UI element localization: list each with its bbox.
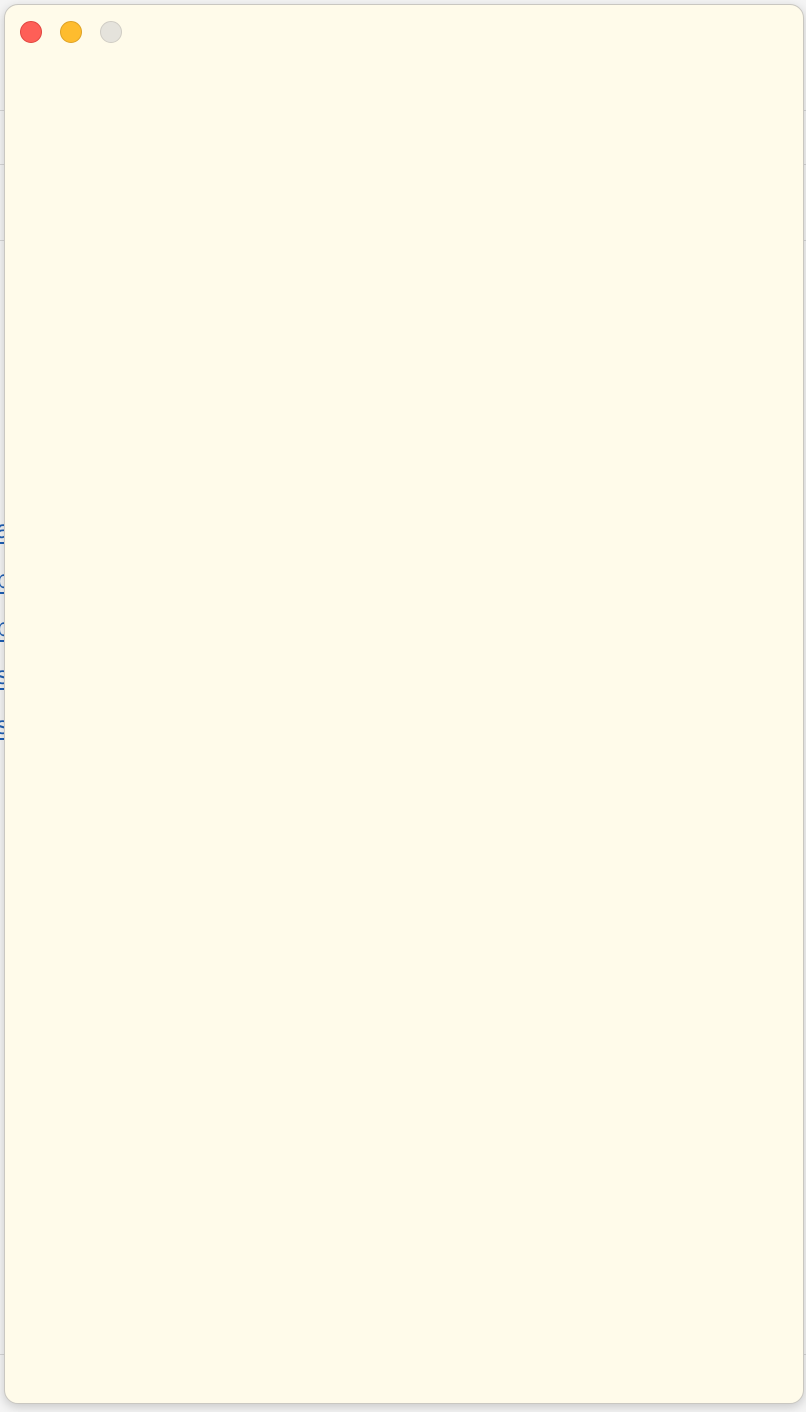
window-content <box>5 61 803 1403</box>
title-bar[interactable] <box>5 5 803 61</box>
app-window <box>4 4 804 1404</box>
minimize-window-button[interactable] <box>60 21 82 43</box>
zoom-window-button[interactable] <box>100 21 122 43</box>
close-window-button[interactable] <box>20 21 42 43</box>
